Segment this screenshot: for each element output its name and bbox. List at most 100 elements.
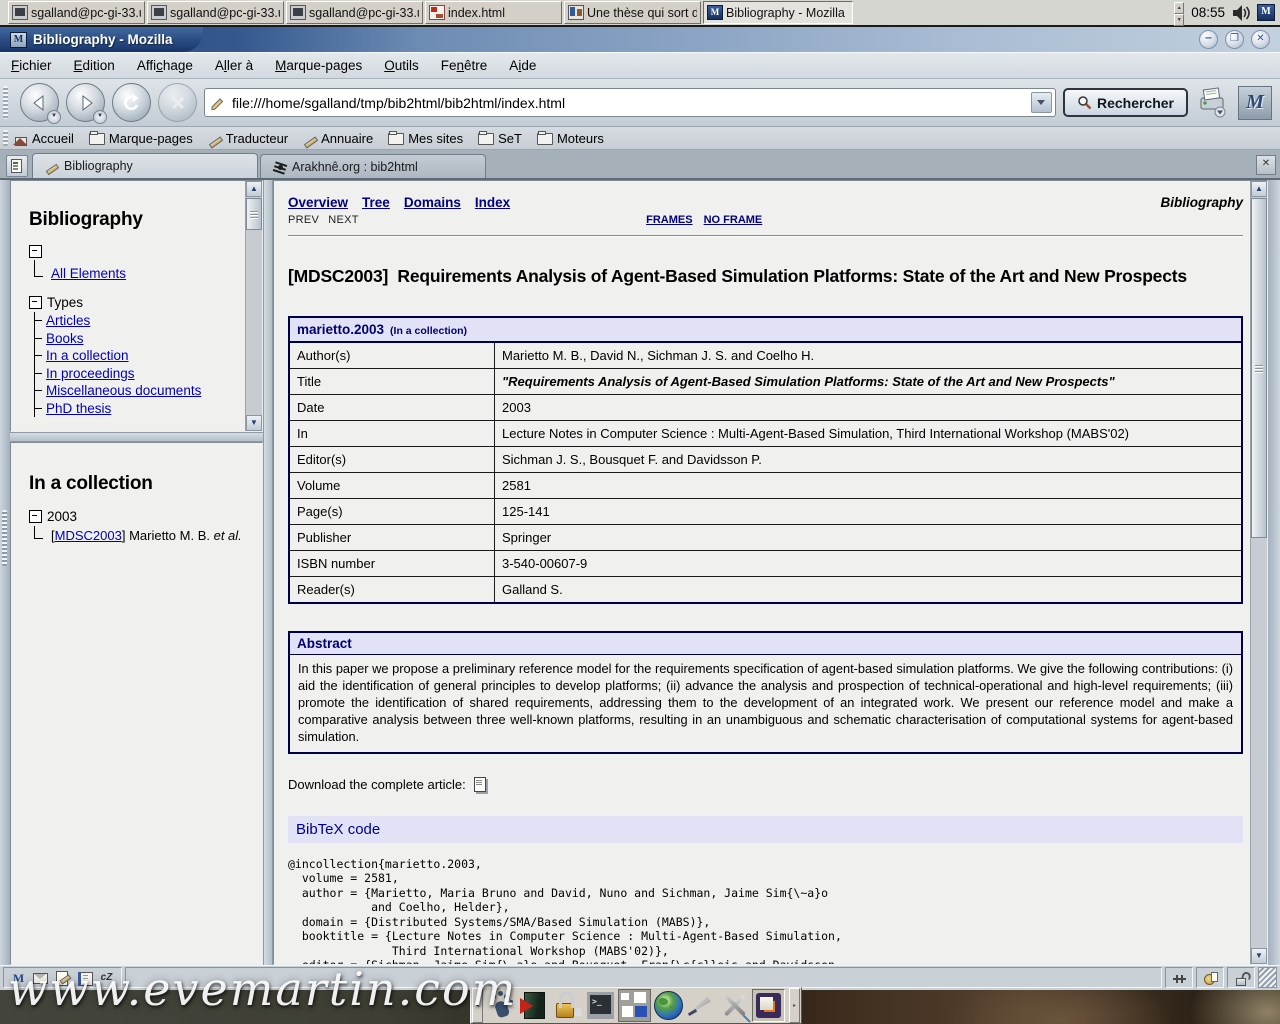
mail-icon[interactable] bbox=[33, 971, 48, 985]
print-button[interactable] bbox=[1195, 86, 1231, 120]
navigator-icon[interactable] bbox=[11, 971, 26, 985]
personal-toolbar-item[interactable]: Moteurs bbox=[537, 131, 604, 146]
sidebar-scrollbar[interactable]: ▲ ▼ bbox=[245, 181, 262, 431]
taskbar-scroll-button[interactable]: ▲▼ bbox=[1174, 2, 1184, 24]
taskbar-window-button[interactable]: Bibliography - Mozilla bbox=[703, 1, 853, 24]
doc-nav-link[interactable]: Overview bbox=[288, 195, 348, 210]
mozilla-logo[interactable]: M bbox=[1238, 86, 1272, 120]
forward-dropdown[interactable]: ▼ bbox=[93, 110, 107, 124]
url-history-dropdown[interactable] bbox=[1031, 92, 1052, 113]
personal-toolbar-item[interactable]: SeT bbox=[478, 131, 522, 146]
cookies-icon[interactable] bbox=[1203, 971, 1218, 985]
panel-hide-arrow-left[interactable]: ◂ bbox=[472, 988, 483, 1023]
bib-entry-header: marietto.2003 (In a collection) bbox=[290, 318, 1241, 343]
logout-icon[interactable] bbox=[519, 990, 550, 1021]
personal-toolbar-item[interactable]: Annuaire bbox=[303, 131, 373, 146]
taskbar-window-button[interactable]: Une thèse qui sort du lo bbox=[564, 1, 701, 24]
panel-hide-arrow-right[interactable]: ▸ bbox=[789, 988, 800, 1023]
close-button[interactable]: ✕ bbox=[1251, 30, 1270, 49]
menu-item[interactable]: Outils bbox=[373, 56, 430, 75]
download-article-icon[interactable] bbox=[472, 777, 489, 793]
type-link[interactable]: Books bbox=[46, 331, 84, 346]
tree-collapse-icon[interactable] bbox=[29, 245, 42, 258]
desktop-screen: sgalland@pc-gi-33.utbm sgalland@pc-gi-33… bbox=[0, 0, 1280, 1024]
frame-splitter-horizontal[interactable] bbox=[10, 432, 263, 442]
menu-item[interactable]: Edition bbox=[63, 56, 126, 75]
tab[interactable]: Bibliography bbox=[32, 153, 258, 178]
chatzilla-icon[interactable] bbox=[99, 971, 114, 985]
doc-nav-link[interactable]: Tree bbox=[362, 195, 390, 210]
type-link[interactable]: In proceedings bbox=[46, 366, 135, 381]
type-link[interactable]: In a collection bbox=[46, 348, 129, 363]
abstract-box: Abstract In this paper we propose a prel… bbox=[288, 631, 1243, 753]
forward-button[interactable]: ▼ bbox=[66, 83, 105, 122]
writer-icon[interactable] bbox=[686, 990, 717, 1021]
menu-item[interactable]: Affichage bbox=[126, 56, 204, 75]
personal-toolbar-item[interactable]: Marque-pages bbox=[89, 131, 193, 146]
all-elements-link[interactable]: All Elements bbox=[51, 266, 126, 281]
window-titlebar[interactable]: M Bibliography - Mozilla − ❐ ✕ bbox=[0, 27, 1280, 52]
menu-item[interactable]: Fenêtre bbox=[430, 56, 499, 75]
personal-toolbar-item[interactable]: Traducteur bbox=[208, 131, 288, 146]
offline-icon[interactable] bbox=[1172, 971, 1187, 985]
main-scrollbar[interactable]: ▲ ▼ bbox=[1250, 181, 1267, 964]
menu-item[interactable]: Marque-pages bbox=[264, 56, 373, 75]
scroll-down-icon[interactable]: ▼ bbox=[246, 415, 262, 431]
address-book-icon[interactable] bbox=[77, 971, 92, 985]
mozilla-tray-icon[interactable]: M bbox=[1257, 4, 1275, 21]
close-tab-button[interactable]: ✕ bbox=[1256, 155, 1276, 175]
tab[interactable]: Arakhnê.org : bib2html bbox=[260, 154, 486, 178]
doc-nav-link[interactable]: Domains bbox=[404, 195, 461, 210]
url-input[interactable] bbox=[230, 94, 1026, 112]
row-label: ISBN number bbox=[290, 551, 495, 576]
taskbar-window-button[interactable]: sgalland@pc-gi-33.utbm bbox=[8, 1, 145, 24]
minimize-button[interactable]: − bbox=[1199, 30, 1218, 49]
gnome-menu-icon[interactable] bbox=[486, 990, 517, 1021]
window-resize-grip[interactable] bbox=[1258, 967, 1277, 988]
back-button[interactable]: ▼ bbox=[20, 83, 59, 122]
bookmark-pencil-icon[interactable] bbox=[211, 96, 225, 110]
taskbar-window-button[interactable]: index.html bbox=[425, 1, 562, 24]
personal-toolbar-item[interactable]: Mes sites bbox=[388, 131, 463, 146]
noframe-link[interactable]: NO FRAME bbox=[704, 214, 763, 226]
menu-item[interactable]: Aller à bbox=[204, 56, 264, 75]
stop-button[interactable] bbox=[158, 83, 197, 122]
search-button[interactable]: Rechercher bbox=[1063, 88, 1188, 117]
reload-button[interactable] bbox=[112, 83, 151, 122]
sidebar-grippy[interactable] bbox=[2, 510, 7, 566]
scroll-up-icon[interactable]: ▲ bbox=[1251, 181, 1267, 197]
scroll-up-icon[interactable]: ▲ bbox=[246, 181, 262, 197]
taskbar-window-button[interactable]: sgalland@pc-gi-33.utbm bbox=[147, 1, 284, 24]
web-browser-icon[interactable] bbox=[653, 990, 684, 1021]
notes-icon[interactable] bbox=[752, 989, 785, 1022]
scroll-down-icon[interactable]: ▼ bbox=[1251, 948, 1267, 964]
frame-splitter-vertical[interactable] bbox=[263, 180, 273, 965]
scrollbar-thumb[interactable] bbox=[246, 198, 262, 230]
type-link[interactable]: Miscellaneous documents bbox=[46, 383, 201, 398]
table-row: Publisher Springer bbox=[290, 524, 1241, 550]
composer-icon[interactable] bbox=[55, 971, 70, 985]
doc-nav-link[interactable]: Index bbox=[475, 195, 510, 210]
back-dropdown[interactable]: ▼ bbox=[47, 110, 61, 124]
entry-link[interactable]: MDSC2003 bbox=[55, 528, 122, 543]
frames-link[interactable]: FRAMES bbox=[646, 214, 692, 226]
tree-collapse-icon[interactable] bbox=[29, 510, 42, 523]
type-link[interactable]: Articles bbox=[46, 313, 90, 328]
menu-item[interactable]: Fichier bbox=[0, 56, 63, 75]
toolbar-grippy[interactable] bbox=[3, 130, 8, 145]
tree-collapse-icon[interactable] bbox=[29, 296, 42, 309]
new-tab-button[interactable] bbox=[6, 155, 28, 177]
personal-toolbar-item[interactable]: Accueil bbox=[13, 131, 74, 146]
volume-icon[interactable] bbox=[1232, 4, 1252, 22]
type-link[interactable]: PhD thesis bbox=[46, 401, 111, 416]
scrollbar-thumb[interactable] bbox=[1251, 198, 1267, 538]
toolbar-grippy[interactable] bbox=[3, 86, 8, 119]
terminal-icon[interactable] bbox=[585, 990, 616, 1021]
maximize-button[interactable]: ❐ bbox=[1225, 30, 1244, 49]
lock-screen-icon[interactable] bbox=[552, 990, 583, 1021]
taskbar-window-button[interactable]: sgalland@pc-gi-33.utbm bbox=[286, 1, 423, 24]
menu-item[interactable]: Aide bbox=[498, 56, 547, 75]
security-icon[interactable] bbox=[1234, 971, 1249, 985]
tools-icon[interactable] bbox=[719, 990, 750, 1021]
workspace-switcher-icon[interactable] bbox=[618, 989, 651, 1022]
